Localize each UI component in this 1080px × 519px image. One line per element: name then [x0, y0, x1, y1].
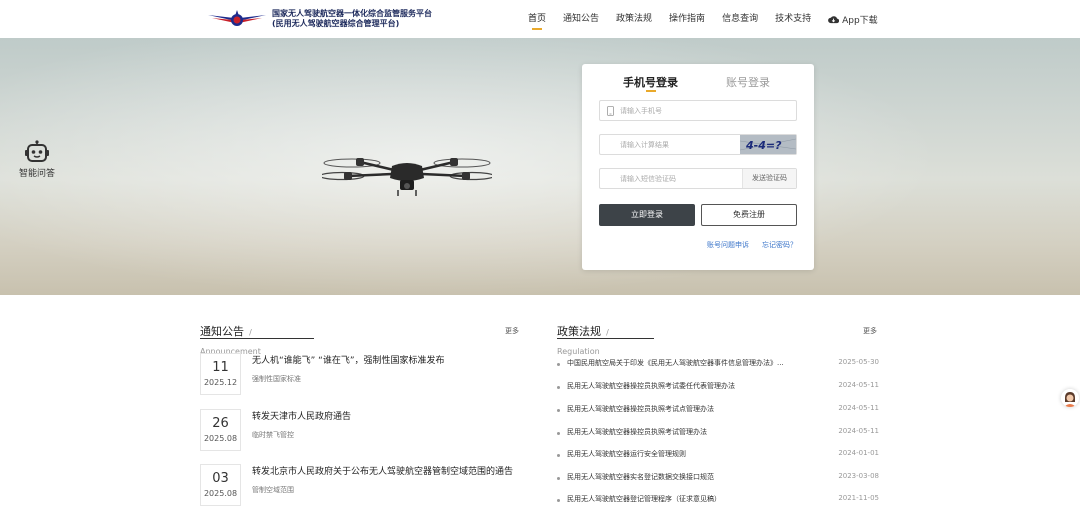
- regulations-underline: [557, 338, 654, 339]
- cloud-download-icon: [828, 15, 840, 23]
- regulation-date: 2024-01-01: [838, 449, 879, 457]
- caac-logo-icon[interactable]: [206, 7, 268, 31]
- bullet-dot-icon: [557, 363, 560, 366]
- notice-tag: 强制性国家标准: [252, 375, 301, 383]
- bullet-dot-icon: [557, 499, 560, 502]
- notice-title[interactable]: 无人机“谁能飞” “谁在飞”，强制性国家标准发布: [252, 353, 445, 366]
- regulation-item[interactable]: 民用无人驾驶航空器操控员执照考试管理办法 2024-05-11: [557, 427, 879, 441]
- notice-title[interactable]: 转发北京市人民政府关于公布无人驾驶航空器管制空域范围的通告: [252, 464, 513, 477]
- login-tabs: 手机号登录 账号登录: [582, 74, 814, 96]
- captcha-text: 4-4=?: [745, 139, 782, 152]
- notice-date: 03 2025.08: [200, 464, 241, 506]
- regulations-subtitle-separator: /: [606, 328, 609, 337]
- customer-service-avatar[interactable]: [1061, 389, 1079, 407]
- tab-account-login[interactable]: 账号登录: [726, 74, 770, 90]
- send-code-button[interactable]: 发送验证码: [742, 169, 796, 188]
- regulation-item[interactable]: 民用无人驾驶航空器运行安全管理规则 2024-01-01: [557, 449, 879, 463]
- regulation-title[interactable]: 民用无人驾驶航空器实名登记数据交换接口规范: [567, 472, 817, 482]
- nav-notices[interactable]: 通知公告: [563, 0, 599, 38]
- notices-header: 通知公告 / Announcement: [200, 320, 314, 356]
- platform-name: 国家无人驾驶航空器一体化综合监管服务平台 (民用无人驾驶航空器综合管理平台): [272, 9, 432, 29]
- register-button[interactable]: 免费注册: [701, 204, 797, 226]
- captcha-field: 4-4=?: [599, 134, 797, 155]
- app-download-label: App下载: [842, 15, 878, 26]
- login-panel: 手机号登录 账号登录 4-4=? 发送验证码 立即登录: [582, 64, 814, 270]
- app-download-link[interactable]: App下载: [828, 13, 878, 26]
- robot-icon: [25, 140, 49, 162]
- regulation-date: 2023-03-08: [838, 472, 879, 480]
- platform-name-line2: (民用无人驾驶航空器综合管理平台): [272, 19, 400, 28]
- notice-item[interactable]: 26 2025.08 转发天津市人民政府通告 临时禁飞管控: [200, 409, 530, 453]
- nav-home[interactable]: 首页: [528, 0, 546, 38]
- regulation-item[interactable]: 民用无人驾驶航空器登记管理程序（征求意见稿） 2021-11-05: [557, 494, 879, 508]
- regulation-date: 2021-11-05: [838, 494, 879, 502]
- notices-more-link[interactable]: 更多: [505, 326, 519, 336]
- nav-policies[interactable]: 政策法规: [616, 0, 652, 38]
- login-button[interactable]: 立即登录: [599, 204, 695, 226]
- regulation-title[interactable]: 民用无人驾驶航空器运行安全管理规则: [567, 449, 817, 459]
- tab-phone-login[interactable]: 手机号登录: [623, 74, 678, 90]
- regulation-date: 2024-05-11: [838, 404, 879, 412]
- notice-day: 26: [212, 416, 229, 431]
- regulations-subtitle: Regulation: [557, 347, 600, 356]
- notice-date: 11 2025.12: [200, 353, 241, 395]
- notice-year-month: 2025.12: [203, 378, 238, 387]
- sms-code-input[interactable]: [620, 169, 730, 188]
- mobile-phone-icon: [607, 106, 614, 116]
- drone-image: [322, 158, 492, 196]
- notice-tag: 管制空域范围: [252, 486, 294, 494]
- notices-underline: [200, 338, 314, 339]
- regulation-item[interactable]: 民用无人驾驶航空器操控员执照考试委任代表管理办法 2024-05-11: [557, 381, 879, 395]
- notice-day: 11: [212, 360, 229, 375]
- regulation-title[interactable]: 民用无人驾驶航空器操控员执照考试管理办法: [567, 427, 817, 437]
- notice-title[interactable]: 转发天津市人民政府通告: [252, 409, 351, 422]
- platform-name-line1: 国家无人驾驶航空器一体化综合监管服务平台: [272, 9, 432, 18]
- phone-field: [599, 100, 797, 121]
- regulation-date: 2024-05-11: [838, 427, 879, 435]
- bullet-dot-icon: [557, 477, 560, 480]
- captcha-answer-input[interactable]: [620, 135, 730, 154]
- bullet-dot-icon: [557, 454, 560, 457]
- regulations-more-link[interactable]: 更多: [863, 326, 877, 336]
- bullet-dot-icon: [557, 409, 560, 412]
- hero-banner: 智能问答 手机号登录 账号登录 4-4=?: [0, 38, 1080, 295]
- notice-year-month: 2025.08: [203, 489, 238, 498]
- nav-guide[interactable]: 操作指南: [669, 0, 705, 38]
- regulation-title[interactable]: 民用无人驾驶航空器操控员执照考试委任代表管理办法: [567, 381, 817, 391]
- main-nav: 首页 通知公告 政策法规 操作指南 信息查询 技术支持 App下载: [528, 0, 878, 38]
- phone-input[interactable]: [620, 101, 790, 120]
- regulation-title[interactable]: 中国民用航空局关于印发《民用无人驾驶航空器事件信息管理办法》...: [567, 358, 817, 368]
- ai-assistant-label: 智能问答: [18, 169, 55, 179]
- support-agent-icon: [1061, 389, 1079, 407]
- captcha-graphic: 4-4=?: [740, 135, 796, 154]
- top-header: 国家无人驾驶航空器一体化综合监管服务平台 (民用无人驾驶航空器综合管理平台) 首…: [0, 0, 1080, 38]
- regulations-title: 政策法规: [557, 325, 601, 338]
- account-appeal-link[interactable]: 账号问题申诉: [707, 240, 749, 250]
- nav-tech-support[interactable]: 技术支持: [775, 0, 811, 38]
- hero-sky-glow: [0, 38, 1080, 295]
- regulation-title[interactable]: 民用无人驾驶航空器登记管理程序（征求意见稿）: [567, 494, 817, 504]
- sms-code-field: 发送验证码: [599, 168, 797, 189]
- regulations-header: 政策法规 / Regulation: [557, 320, 654, 356]
- nav-info-query[interactable]: 信息查询: [722, 0, 758, 38]
- bullet-dot-icon: [557, 432, 560, 435]
- regulation-date: 2025-05-30: [838, 358, 879, 366]
- regulation-item[interactable]: 民用无人驾驶航空器实名登记数据交换接口规范 2023-03-08: [557, 472, 879, 486]
- ai-assistant-button[interactable]: 智能问答: [14, 140, 60, 179]
- regulation-date: 2024-05-11: [838, 381, 879, 389]
- regulation-item[interactable]: 中国民用航空局关于印发《民用无人驾驶航空器事件信息管理办法》... 2025-0…: [557, 358, 879, 372]
- captcha-image[interactable]: 4-4=?: [740, 135, 796, 154]
- notice-item[interactable]: 03 2025.08 转发北京市人民政府关于公布无人驾驶航空器管制空域范围的通告…: [200, 464, 530, 508]
- notices-title: 通知公告: [200, 325, 244, 338]
- notice-date: 26 2025.08: [200, 409, 241, 451]
- notices-subtitle-separator: /: [249, 328, 252, 337]
- notice-item[interactable]: 11 2025.12 无人机“谁能飞” “谁在飞”，强制性国家标准发布 强制性国…: [200, 353, 530, 397]
- regulation-item[interactable]: 民用无人驾驶航空器操控员执照考试点管理办法 2024-05-11: [557, 404, 879, 418]
- forgot-password-link[interactable]: 忘记密码？: [762, 240, 797, 250]
- notice-tag: 临时禁飞管控: [252, 431, 294, 439]
- regulation-title[interactable]: 民用无人驾驶航空器操控员执照考试点管理办法: [567, 404, 817, 414]
- bullet-dot-icon: [557, 386, 560, 389]
- notice-year-month: 2025.08: [203, 434, 238, 443]
- notice-day: 03: [212, 471, 229, 486]
